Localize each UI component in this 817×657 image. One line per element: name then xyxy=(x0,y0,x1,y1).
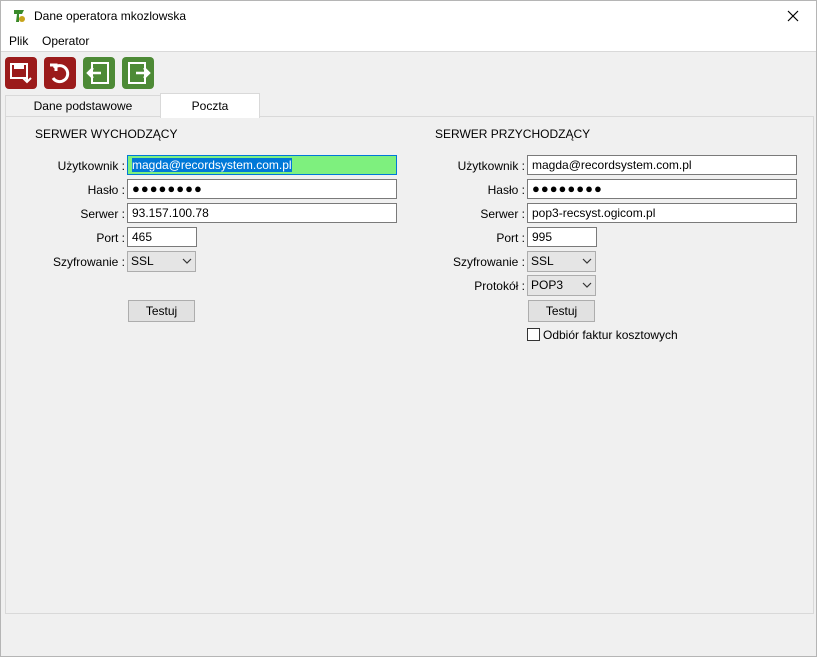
cost-invoices-checkbox[interactable] xyxy=(527,328,540,341)
incoming-encryption-select[interactable]: SSL xyxy=(527,251,596,272)
incoming-encryption-value: SSL xyxy=(531,254,554,268)
outgoing-section-title: SERWER WYCHODZĄCY xyxy=(35,127,178,141)
undo-icon xyxy=(50,63,70,84)
outgoing-test-button[interactable]: Testuj xyxy=(128,300,195,322)
incoming-section-title: SERWER PRZYCHODZĄCY xyxy=(435,127,591,141)
incoming-test-button[interactable]: Testuj xyxy=(528,300,595,322)
incoming-password-label: Hasło : xyxy=(487,183,525,197)
menu-operator[interactable]: Operator xyxy=(42,34,89,48)
outgoing-user-input[interactable]: magda@recordsystem.com.pl xyxy=(127,155,397,175)
close-button[interactable] xyxy=(770,1,816,31)
outgoing-user-value: magda@recordsystem.com.pl xyxy=(132,158,292,172)
app-logo-icon xyxy=(14,10,25,22)
poczta-panel: SERWER WYCHODZĄCY Użytkownik : magda@rec… xyxy=(5,116,814,614)
save-icon xyxy=(10,63,32,84)
outgoing-password-input[interactable]: ●●●●●●●● xyxy=(127,179,397,199)
chevron-down-icon xyxy=(582,258,592,264)
chevron-down-icon xyxy=(582,282,592,288)
outgoing-encryption-value: SSL xyxy=(131,254,154,268)
tab-strip: Dane podstawowe Poczta xyxy=(1,93,816,118)
close-icon xyxy=(787,10,799,22)
incoming-port-input[interactable]: 995 xyxy=(527,227,597,247)
arrow-right-icon xyxy=(128,62,151,84)
incoming-port-label: Port : xyxy=(496,231,525,245)
cost-invoices-label: Odbiór faktur kosztowych xyxy=(543,328,678,342)
previous-button[interactable] xyxy=(83,57,115,89)
main-window: Dane operatora mkozlowska Plik Operator xyxy=(0,0,817,657)
incoming-server-label: Serwer : xyxy=(480,207,525,221)
tab-poczta[interactable]: Poczta xyxy=(160,93,260,118)
outgoing-port-label: Port : xyxy=(96,231,125,245)
outgoing-server-label: Serwer : xyxy=(80,207,125,221)
outgoing-password-label: Hasło : xyxy=(87,183,125,197)
incoming-user-label: Użytkownik : xyxy=(457,159,525,173)
incoming-password-input[interactable]: ●●●●●●●● xyxy=(527,179,797,199)
outgoing-server-input[interactable]: 93.157.100.78 xyxy=(127,203,397,223)
arrow-left-icon xyxy=(86,62,109,84)
incoming-protocol-select[interactable]: POP3 xyxy=(527,275,596,296)
incoming-user-input[interactable]: magda@recordsystem.com.pl xyxy=(527,155,797,175)
incoming-protocol-value: POP3 xyxy=(531,278,564,292)
menu-plik[interactable]: Plik xyxy=(9,34,28,48)
incoming-encryption-label: Szyfrowanie : xyxy=(452,255,525,269)
window-title: Dane operatora mkozlowska xyxy=(34,9,187,23)
tab-dane-podstawowe[interactable]: Dane podstawowe xyxy=(5,95,161,117)
outgoing-encryption-label: Szyfrowanie : xyxy=(52,255,125,269)
save-button[interactable] xyxy=(5,57,37,89)
toolbar xyxy=(1,52,816,93)
undo-button[interactable] xyxy=(44,57,76,89)
chevron-down-icon xyxy=(182,258,192,264)
incoming-protocol-label: Protokół : xyxy=(474,279,525,293)
title-bar: Dane operatora mkozlowska xyxy=(1,1,816,31)
outgoing-port-input[interactable]: 465 xyxy=(127,227,197,247)
outgoing-user-label: Użytkownik : xyxy=(57,159,125,173)
outgoing-encryption-select[interactable]: SSL xyxy=(127,251,196,272)
next-button[interactable] xyxy=(122,57,154,89)
menu-bar: Plik Operator xyxy=(1,31,816,52)
incoming-server-input[interactable]: pop3-recsyst.ogicom.pl xyxy=(527,203,797,223)
